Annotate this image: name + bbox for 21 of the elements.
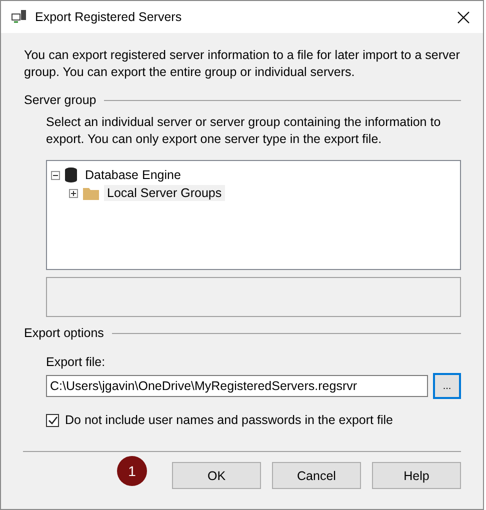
export-file-field[interactable]: C:\Users\jgavin\OneDrive\MyRegisteredServers.regsrvr bbox=[46, 375, 428, 397]
tree-item[interactable]: Local Server Groups bbox=[104, 185, 225, 201]
browse-button[interactable]: ... bbox=[433, 373, 461, 399]
intro-text: You can export registered server information to a file for later import to a server group. You can export the entire group or individual servers. bbox=[24, 47, 461, 81]
server-icon bbox=[11, 10, 27, 24]
dialog-button[interactable]: Help bbox=[372, 462, 461, 489]
dialog-button[interactable]: OK bbox=[172, 462, 261, 489]
checkbox[interactable] bbox=[46, 414, 59, 426]
field-label: Export file: bbox=[46, 355, 106, 369]
dialog-button[interactable]: Cancel bbox=[272, 462, 361, 489]
callout-badge: 1 bbox=[117, 456, 147, 486]
description-text: Select an individual server or server group containing the information to export. You can only export one server type in the export file. bbox=[46, 114, 442, 148]
expand-icon[interactable] bbox=[69, 188, 78, 198]
checkbox-label: Do not include user names and passwords in the export file bbox=[65, 413, 393, 427]
database-icon bbox=[65, 167, 77, 183]
folder-icon bbox=[83, 186, 99, 200]
window-title: Export Registered Servers bbox=[35, 10, 183, 24]
collapse-icon[interactable] bbox=[51, 170, 60, 180]
section-heading: Export options bbox=[24, 326, 104, 340]
section-heading: Server group bbox=[24, 93, 96, 107]
tree-item[interactable]: Database Engine bbox=[82, 167, 184, 183]
